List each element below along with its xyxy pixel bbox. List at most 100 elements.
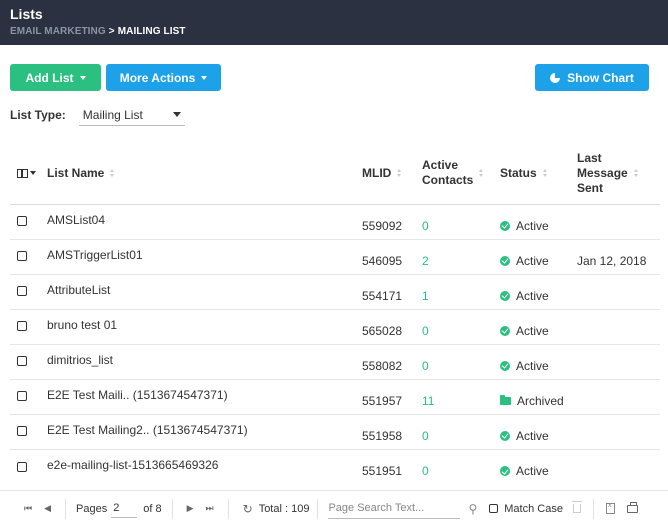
search-icon[interactable]: ⚲ bbox=[468, 502, 477, 516]
column-chooser[interactable] bbox=[10, 168, 47, 178]
row-list-name[interactable]: bruno test 01 bbox=[47, 310, 362, 332]
first-page-icon[interactable]: ⏮ bbox=[24, 503, 32, 514]
divider bbox=[227, 498, 229, 519]
header-last-line1: Last bbox=[577, 150, 602, 165]
more-actions-label: More Actions bbox=[119, 70, 196, 85]
header-mlid[interactable]: MLID bbox=[362, 166, 422, 180]
table-row[interactable]: AttributeList 554171 1 Active bbox=[10, 275, 660, 310]
row-checkbox[interactable] bbox=[17, 391, 27, 401]
trash-icon[interactable] bbox=[571, 501, 582, 513]
row-active-contacts[interactable]: 0 bbox=[422, 317, 500, 338]
breadcrumb-email-marketing[interactable]: Email Marketing bbox=[10, 26, 106, 37]
folder-icon bbox=[500, 394, 511, 405]
header-active-line1: Active bbox=[422, 158, 459, 172]
table-row[interactable]: bruno test 01 565028 0 Active bbox=[10, 310, 660, 345]
row-checkbox[interactable] bbox=[17, 251, 27, 261]
table-row[interactable]: AMSList04 559092 0 Active bbox=[10, 205, 660, 240]
row-last-sent bbox=[577, 429, 660, 436]
row-list-name[interactable]: E2E Test Maili.. (1513674547371) bbox=[47, 380, 362, 402]
list-type-select[interactable]: Mailing List bbox=[78, 104, 185, 126]
chevron-down-icon bbox=[201, 75, 208, 80]
match-case-checkbox[interactable] bbox=[489, 504, 499, 513]
show-chart-label: Show Chart bbox=[567, 70, 634, 85]
row-active-contacts[interactable]: 2 bbox=[422, 247, 500, 268]
table-row[interactable]: dimitrios_list 558082 0 Active bbox=[10, 345, 660, 380]
row-checkbox[interactable] bbox=[17, 356, 27, 366]
row-checkbox[interactable] bbox=[17, 286, 27, 296]
table-row[interactable]: E2E Test Maili.. (1513674547371) 551957 … bbox=[10, 380, 660, 415]
row-status-label: Active bbox=[516, 218, 549, 233]
list-type-filter: List Type: Mailing List bbox=[10, 104, 185, 126]
row-list-name[interactable]: AMSList04 bbox=[47, 205, 362, 227]
row-mlid: 558082 bbox=[362, 358, 403, 373]
page-count: of 8 bbox=[143, 502, 162, 515]
row-last-sent bbox=[577, 219, 660, 226]
row-list-name[interactable]: dimitrios_list bbox=[47, 345, 362, 367]
add-list-button[interactable]: Add List bbox=[10, 64, 101, 91]
pager-bar: ⏮ ◀ Pages 2 of 8 ▶ ⏭ ↻ Total : 109 Page … bbox=[0, 490, 668, 526]
header-last-message-sent[interactable]: Last Message Sent bbox=[577, 151, 660, 196]
row-status: Active bbox=[500, 457, 577, 478]
refresh-icon[interactable]: ↻ bbox=[243, 502, 253, 516]
chevron-down-icon bbox=[79, 75, 86, 80]
last-page-icon[interactable]: ⏭ bbox=[206, 503, 214, 514]
table-row[interactable]: E2E Test Mailing2.. (1513674547371) 5519… bbox=[10, 415, 660, 450]
row-list-name[interactable]: AttributeList bbox=[47, 275, 362, 297]
row-checkbox[interactable] bbox=[17, 321, 27, 331]
row-active-contacts[interactable]: 0 bbox=[422, 212, 500, 233]
row-checkbox[interactable] bbox=[17, 216, 27, 226]
sort-icon bbox=[110, 169, 115, 177]
page-search-input[interactable]: Page Search Text... bbox=[328, 499, 461, 519]
row-last-sent bbox=[577, 289, 660, 296]
row-active-contacts[interactable]: 1 bbox=[422, 282, 500, 303]
table-header: List Name MLID Active Contacts Status Las… bbox=[10, 142, 660, 205]
row-list-name[interactable]: e2e-mailing-list-1513665469326 bbox=[47, 450, 362, 472]
row-checkbox[interactable] bbox=[17, 426, 27, 436]
table-row[interactable]: AMSTriggerList01 546095 2 Active Jan 12,… bbox=[10, 240, 660, 275]
next-page-icon[interactable]: ▶ bbox=[187, 503, 194, 514]
divider bbox=[171, 498, 173, 519]
total-count: Total : 109 bbox=[258, 502, 310, 515]
row-mlid: 551957 bbox=[362, 393, 403, 408]
row-status-label: Active bbox=[516, 323, 549, 338]
header-status-label: Status bbox=[500, 166, 537, 180]
breadcrumb-separator: > bbox=[108, 26, 115, 37]
chevron-down-icon bbox=[172, 112, 181, 117]
export-excel-icon[interactable] bbox=[605, 502, 615, 514]
row-active-contacts[interactable]: 11 bbox=[422, 387, 500, 408]
header-last-line3: Sent bbox=[577, 180, 604, 195]
prev-page-icon[interactable]: ◀ bbox=[44, 503, 51, 514]
header-active-contacts[interactable]: Active Contacts bbox=[422, 158, 500, 188]
row-status: Active bbox=[500, 422, 577, 443]
list-type-value: Mailing List bbox=[82, 107, 143, 122]
row-status-label: Active bbox=[516, 464, 549, 478]
pages-label: Pages bbox=[76, 502, 108, 515]
sort-icon bbox=[397, 169, 402, 177]
match-case-label: Match Case bbox=[504, 502, 563, 515]
row-status: Active bbox=[500, 352, 577, 373]
header-list-name[interactable]: List Name bbox=[47, 166, 362, 180]
row-list-name[interactable]: E2E Test Mailing2.. (1513674547371) bbox=[47, 415, 362, 437]
row-mlid: 546095 bbox=[362, 253, 403, 268]
row-status-label: Active bbox=[516, 428, 549, 443]
page-number-input[interactable]: 2 bbox=[111, 500, 138, 518]
row-list-name[interactable]: AMSTriggerList01 bbox=[47, 240, 362, 262]
print-icon[interactable] bbox=[626, 501, 638, 513]
row-status-label: Active bbox=[516, 253, 549, 268]
show-chart-button[interactable]: Show Chart bbox=[535, 64, 649, 91]
page-header: Lists Email Marketing > Mailing List bbox=[0, 0, 668, 45]
row-active-contacts[interactable]: 0 bbox=[422, 457, 500, 478]
row-active-contacts[interactable]: 0 bbox=[422, 422, 500, 443]
row-checkbox[interactable] bbox=[17, 461, 27, 472]
page-title: Lists bbox=[10, 6, 43, 22]
row-last-sent: Jan 12, 2018 bbox=[577, 253, 647, 268]
more-actions-button[interactable]: More Actions bbox=[106, 64, 221, 91]
breadcrumb: Email Marketing > Mailing List bbox=[10, 25, 658, 39]
header-last-line2: Message bbox=[577, 165, 628, 180]
row-status: Active bbox=[500, 282, 577, 303]
table-row[interactable]: e2e-mailing-list-1513665469326 551951 0 … bbox=[10, 450, 660, 485]
row-active-contacts[interactable]: 0 bbox=[422, 352, 500, 373]
pie-chart-icon bbox=[550, 72, 561, 83]
divider bbox=[317, 498, 319, 519]
header-status[interactable]: Status bbox=[500, 166, 577, 180]
